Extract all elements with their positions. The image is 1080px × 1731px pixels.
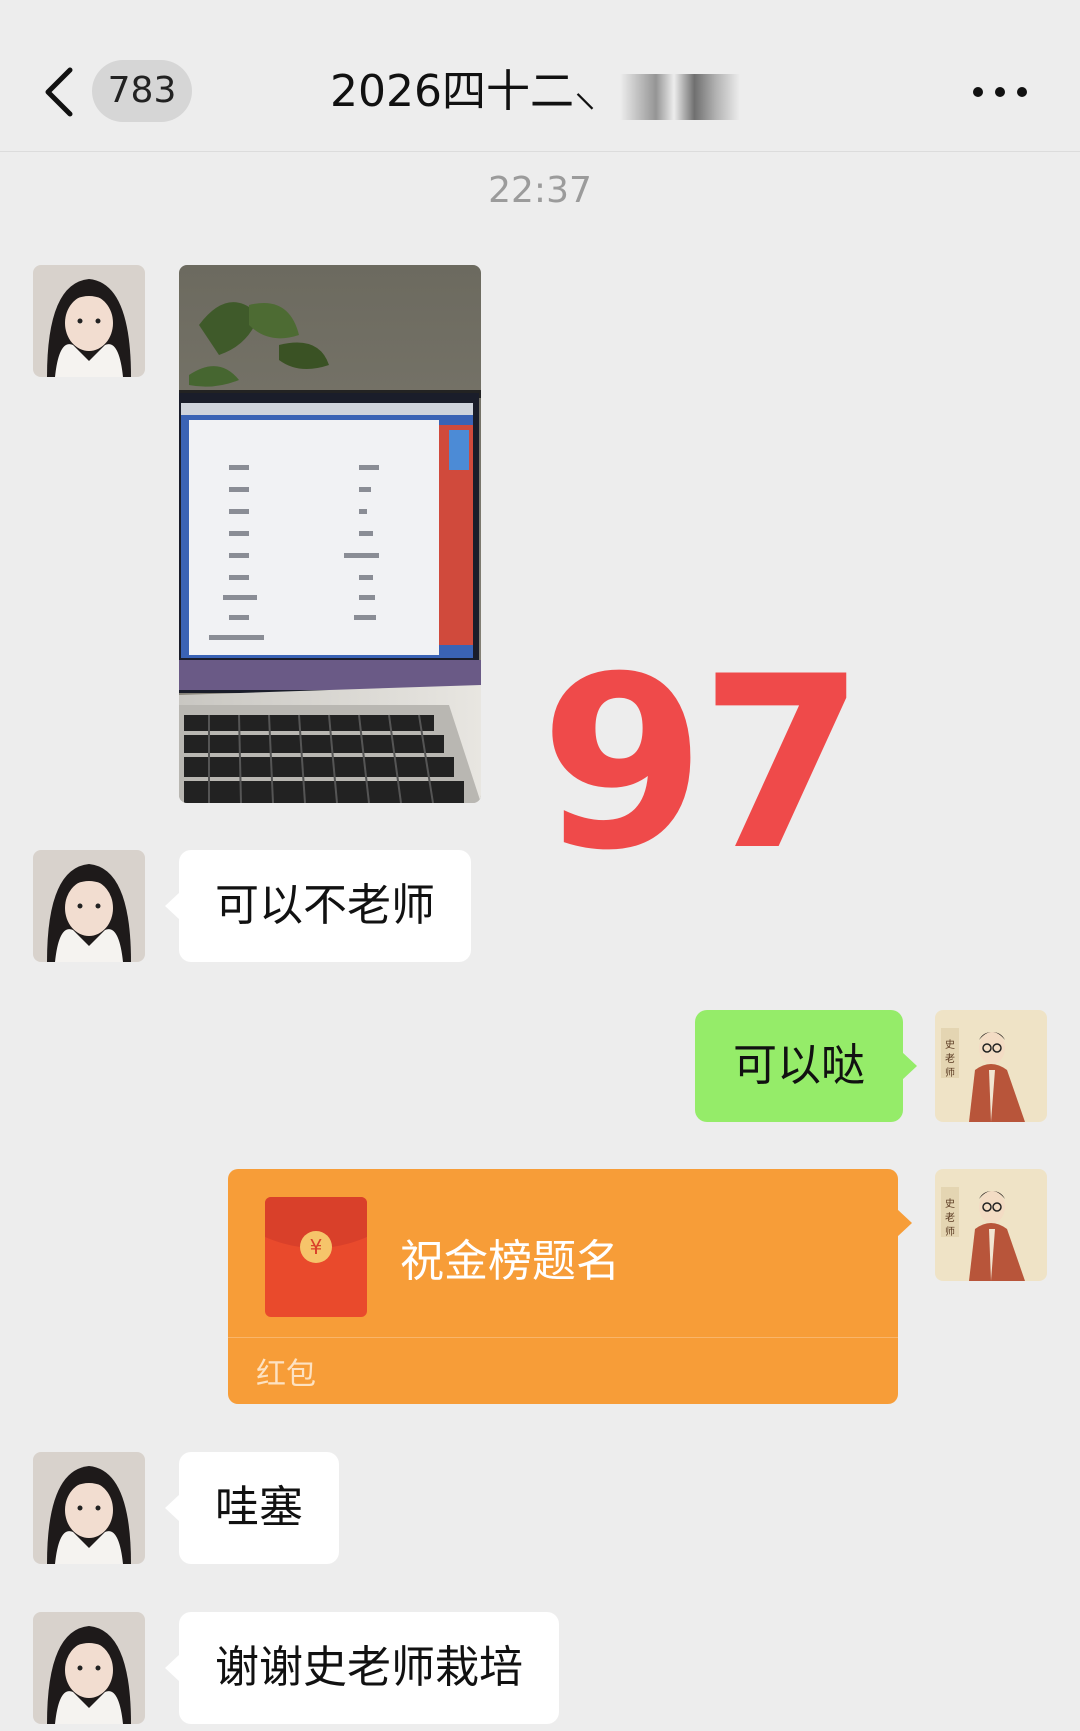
contact-avatar[interactable] (33, 265, 145, 377)
svg-text:老: 老 (945, 1052, 955, 1065)
red-packet-icon: ¥ (265, 1197, 367, 1317)
message-timestamp: 22:37 (488, 170, 592, 211)
sent-message-bubble[interactable]: 可以哒 (695, 1010, 917, 1122)
laptop-photo-image (179, 265, 481, 803)
self-avatar[interactable]: 史 老 师 (935, 1169, 1047, 1281)
red-packet-type-label: 红包 (256, 1357, 316, 1392)
teacher-illustration-icon: 史 老 师 (935, 1010, 1047, 1122)
contact-avatar[interactable] (33, 850, 145, 962)
title-blurred-part (620, 74, 740, 120)
girl-portrait-icon (33, 850, 145, 962)
back-chevron-icon[interactable] (40, 62, 80, 122)
contact-avatar[interactable] (33, 1612, 145, 1724)
contact-avatar[interactable] (33, 1452, 145, 1564)
svg-text:师: 师 (945, 1225, 955, 1238)
svg-text:史: 史 (945, 1039, 955, 1051)
message-bubble[interactable]: 可以不老师 (165, 850, 471, 962)
sent-photo-image[interactable] (179, 265, 481, 803)
svg-text:¥: ¥ (310, 1235, 323, 1259)
red-packet-card[interactable]: ¥ 祝金榜题名 红包 (228, 1169, 912, 1404)
svg-text:师: 师 (945, 1066, 955, 1079)
girl-portrait-icon (33, 1612, 145, 1724)
message-bubble[interactable]: 哇塞 (165, 1452, 339, 1564)
svg-text:史: 史 (945, 1198, 955, 1210)
red-packet-divider (228, 1337, 898, 1338)
score-overlay: 97 (540, 626, 865, 903)
red-packet-message: 祝金榜题名 (400, 1236, 620, 1287)
more-dots-icon[interactable] (970, 80, 1030, 104)
unread-count-badge[interactable]: 783 (92, 60, 192, 122)
girl-portrait-icon (33, 1452, 145, 1564)
girl-portrait-icon (33, 265, 145, 377)
self-avatar[interactable]: 史 老 师 (935, 1010, 1047, 1122)
message-bubble[interactable]: 谢谢史老师栽培 (165, 1612, 559, 1724)
chat-header: 783 2026四十二⸜ (0, 0, 1080, 152)
svg-text:老: 老 (945, 1211, 955, 1224)
teacher-illustration-icon: 史 老 师 (935, 1169, 1047, 1281)
